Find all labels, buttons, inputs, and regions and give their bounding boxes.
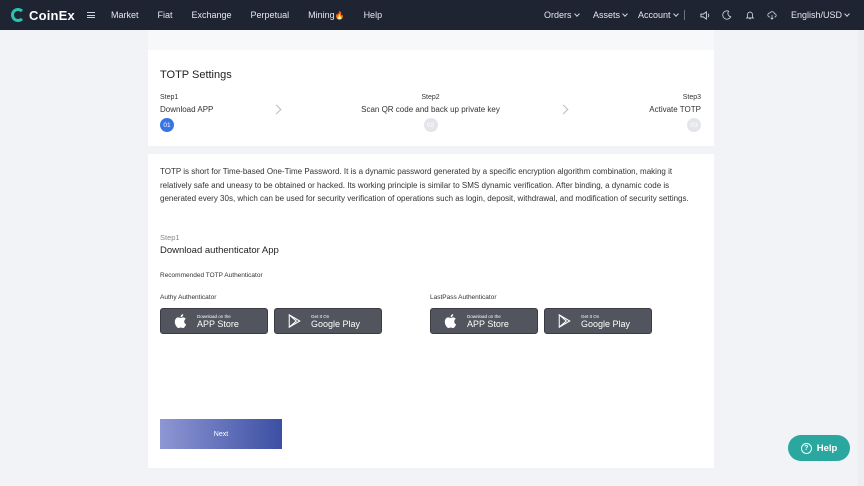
app-store-text: Download on the APP Store [467,314,509,329]
next-button[interactable]: Next [160,419,282,449]
nav-items: Market Fiat Exchange Perpetual Mining🔥 H… [111,10,401,20]
logo[interactable]: CoinEx [11,8,75,23]
recommended-label: Recommended TOTP Authenticator [160,272,263,279]
moon-icon[interactable] [721,9,733,21]
step-3-caption: Step3 [682,94,701,101]
help-button-label: Help [816,442,838,454]
speaker-icon[interactable] [699,9,711,21]
step-1-caption: Step1 [160,94,179,101]
chevron-down-icon [844,11,850,17]
app-store-big: APP Store [467,318,509,329]
question-icon: ? [800,442,812,454]
page-title: TOTP Settings [160,69,232,81]
nav-item-exchange[interactable]: Exchange [192,10,232,20]
totp-description: TOTP is short for Time-based One-Time Pa… [160,167,689,203]
orders-label: Orders [544,10,572,20]
nav-divider [684,10,685,20]
flame-icon: 🔥 [334,11,345,20]
step-2-caption: Step2 [421,94,440,101]
page-scrollbar[interactable] [858,30,864,486]
sub-step-title: Download authenticator App [160,245,279,256]
language-label: English/USD [791,10,843,20]
step-1-badge: 01 [160,118,174,132]
section-divider [148,146,714,154]
nav-item-help[interactable]: Help [364,10,383,20]
step-2-badge: 02 [423,118,438,132]
stepper: Step1 Download APP 01 Step2 Scan QR code… [160,94,701,138]
app-store-big: APP Store [197,318,239,329]
google-play-text: Get It On Google Play [311,314,360,329]
totp-settings-card: TOTP Settings Step1 Download APP 01 Step… [148,30,714,468]
app-store-text: Download on the APP Store [197,314,239,329]
download-icon[interactable] [766,9,778,21]
lastpass-app-store-button[interactable]: Download on the APP Store [430,308,538,334]
lastpass-label: LastPass Authenticator [430,294,497,301]
nav-item-mining[interactable]: Mining🔥 [308,10,344,20]
assets-dropdown[interactable]: Assets [593,10,628,20]
sub-step-caption: Step1 [160,233,180,242]
apple-icon [173,314,187,328]
step-3: Step3 Activate TOTP 03 [649,94,701,132]
google-play-icon [287,314,301,328]
nav-item-mining-label: Mining [308,10,335,20]
google-play-text: Get It On Google Play [581,314,630,329]
google-play-big: Google Play [581,318,631,329]
logo-text: CoinEx [29,7,75,23]
menu-icon[interactable] [86,12,95,18]
bell-icon[interactable] [744,9,756,21]
google-play-icon [557,314,571,328]
chevron-down-icon [573,11,580,17]
card-header-strip [148,30,714,50]
account-label: Account [638,10,671,20]
nav-item-perpetual[interactable]: Perpetual [251,10,290,20]
authy-google-play-button[interactable]: Get It On Google Play [274,308,382,334]
step-3-label: Activate TOTP [649,105,701,114]
step-1-label: Download APP [160,105,214,114]
chevron-right-icon [558,104,569,115]
chevron-right-icon [271,104,282,115]
orders-dropdown[interactable]: Orders [544,10,580,20]
step-2: Step2 Scan QR code and back up private k… [360,94,501,132]
nav-item-market[interactable]: Market [111,10,139,20]
nav-item-fiat[interactable]: Fiat [158,10,173,20]
chevron-down-icon [622,11,628,17]
apple-icon [443,314,457,328]
step-2-label: Scan QR code and back up private key [361,105,500,114]
google-play-big: Google Play [311,318,361,329]
top-nav: CoinEx Market Fiat Exchange Perpetual Mi… [0,0,864,30]
lastpass-google-play-button[interactable]: Get It On Google Play [544,308,652,334]
chevron-down-icon [672,11,679,17]
authy-label: Authy Authenticator [160,294,217,301]
language-dropdown[interactable]: English/USD [791,10,850,20]
authy-app-store-button[interactable]: Download on the APP Store [160,308,268,334]
step-3-badge: 03 [687,118,701,132]
help-button[interactable]: ? Help [788,435,850,461]
coinex-logo-icon [11,8,25,22]
step-1: Step1 Download APP 01 [160,94,213,132]
assets-label: Assets [593,10,621,20]
account-dropdown[interactable]: Account [638,10,679,20]
